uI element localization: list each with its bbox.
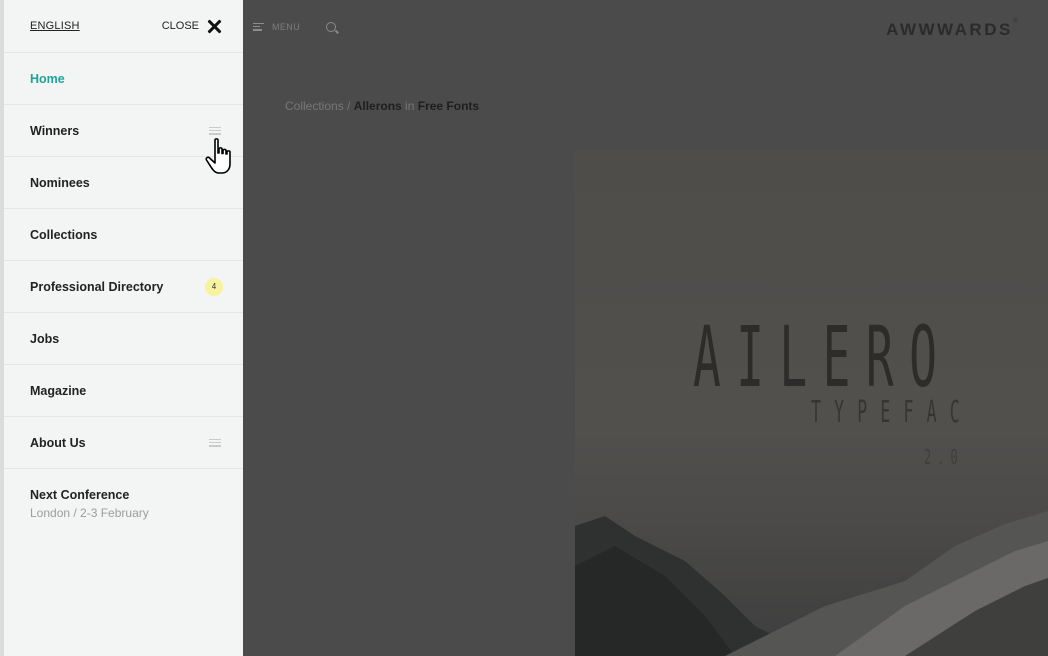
conference-subtitle: London / 2-3 February	[30, 506, 149, 520]
close-icon	[207, 19, 221, 33]
menu-button[interactable]: MENU	[253, 22, 300, 32]
nav-item-label: Winners	[30, 123, 80, 138]
breadcrumb: Collections / Allerons in Free Fonts	[285, 99, 479, 113]
nav-item-label: Jobs	[30, 331, 60, 346]
language-selector[interactable]: ENGLISH	[30, 20, 80, 32]
brand-logo[interactable]: AWWWARDS®	[886, 18, 1018, 40]
search-icon[interactable]	[326, 21, 337, 32]
mountain-illustration	[575, 511, 1048, 656]
page-overlay[interactable]: MENU AWWWARDS® Collections / Allerons in…	[243, 0, 1048, 656]
nav-item-label: Professional Directory	[30, 279, 164, 294]
nav-item-label: Home	[30, 71, 65, 86]
brand-name: AWWWARDS	[886, 20, 1013, 39]
navigation-drawer: ENGLISH CLOSE Home Winners Nominees Coll…	[0, 0, 243, 656]
brand-mark: ®	[1012, 18, 1018, 25]
breadcrumb-item: Allerons	[353, 99, 402, 113]
close-label: CLOSE	[161, 20, 199, 32]
menu-icon	[253, 22, 264, 31]
nav-item-label: Collections	[30, 227, 98, 242]
conference-title: Next Conference	[30, 488, 130, 502]
preview-version: 2.0	[924, 445, 964, 469]
nav-item-about-us[interactable]: About Us	[4, 417, 243, 469]
nav-item-collections[interactable]: Collections	[4, 209, 243, 261]
font-preview-image: AILERO TYPEFAC 2.0	[575, 150, 1048, 656]
count-badge: 4	[205, 277, 223, 296]
nav-item-magazine[interactable]: Magazine	[4, 365, 243, 417]
preview-subtitle: TYPEFAC	[811, 395, 973, 430]
drawer-header: ENGLISH CLOSE	[4, 0, 243, 53]
close-button[interactable]: CLOSE	[162, 19, 221, 33]
nav-item-label: About Us	[30, 435, 86, 450]
nav-item-label: Nominees	[30, 175, 90, 190]
submenu-icon[interactable]	[209, 126, 221, 135]
breadcrumb-collections[interactable]: Collections /	[285, 99, 354, 113]
breadcrumb-in: in	[401, 99, 418, 113]
next-conference[interactable]: Next Conference London / 2-3 February	[4, 469, 243, 539]
preview-title: AILERO	[693, 308, 953, 406]
submenu-icon[interactable]	[209, 438, 221, 447]
nav-item-winners[interactable]: Winners	[4, 105, 243, 157]
nav-item-label: Magazine	[30, 383, 87, 398]
nav-item-home[interactable]: Home	[4, 53, 243, 105]
nav-item-nominees[interactable]: Nominees	[4, 157, 243, 209]
breadcrumb-category[interactable]: Free Fonts	[418, 99, 479, 113]
menu-label: MENU	[272, 21, 301, 32]
nav-item-jobs[interactable]: Jobs	[4, 313, 243, 365]
nav-item-professional-directory[interactable]: Professional Directory 4	[4, 261, 243, 313]
